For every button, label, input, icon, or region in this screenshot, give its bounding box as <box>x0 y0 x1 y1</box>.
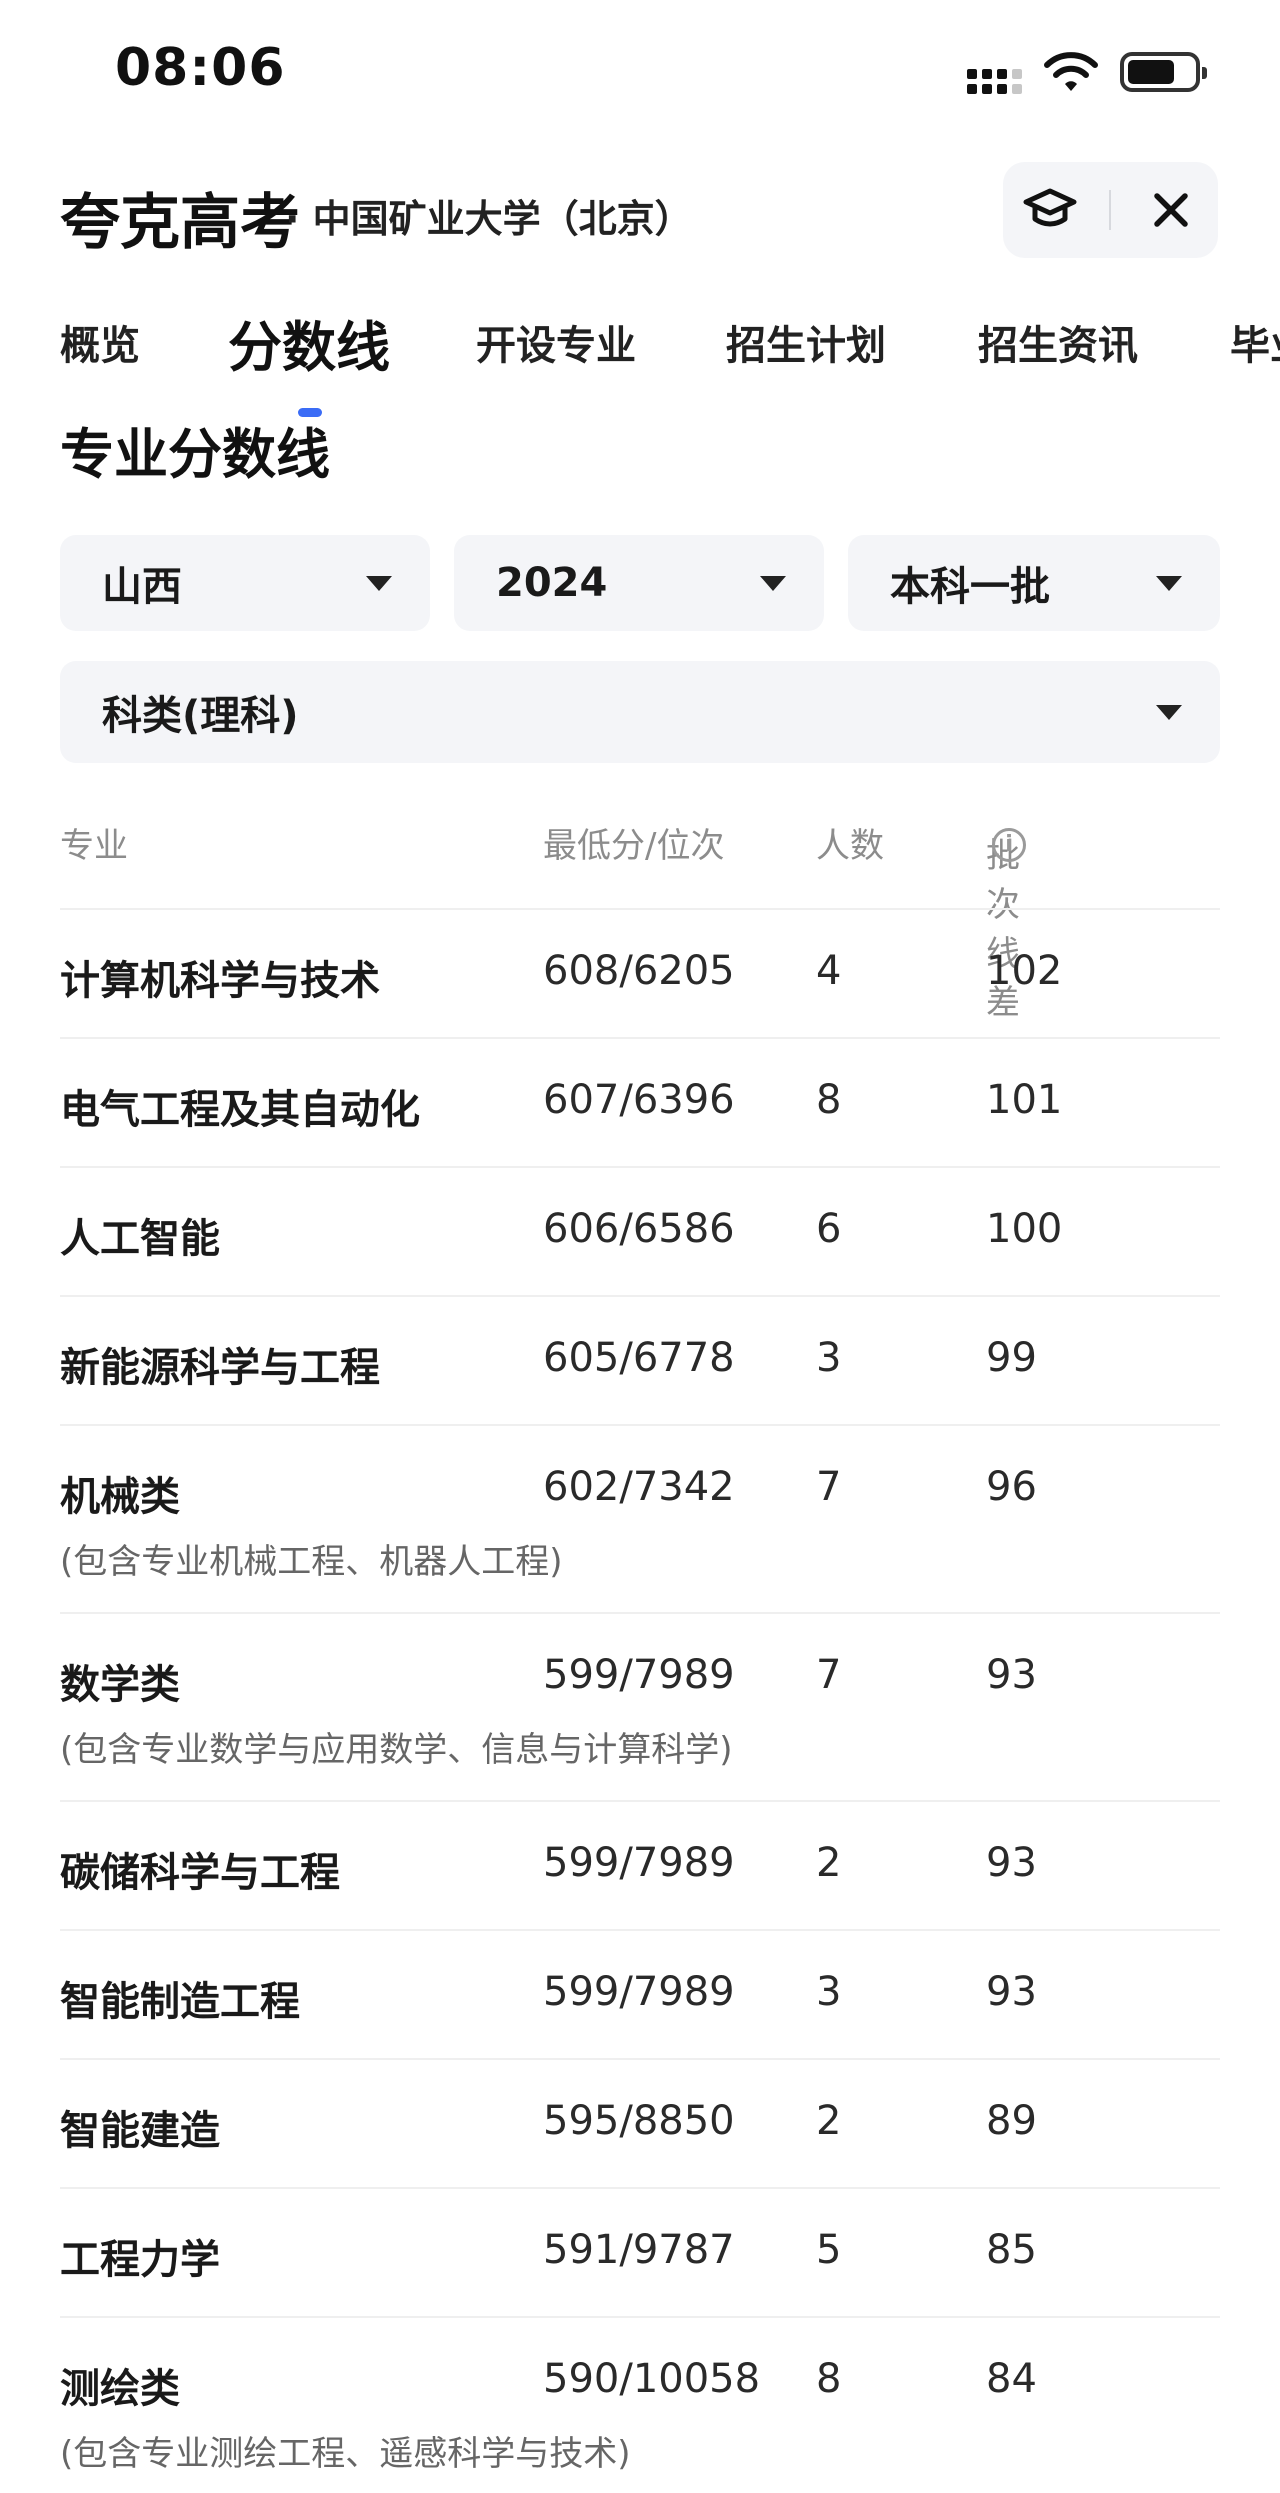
caret-down-icon <box>1156 576 1182 591</box>
enroll-count: 7 <box>816 1652 842 1698</box>
min-score-rank: 606/6586 <box>543 1206 735 1252</box>
batch-line-diff: 102 <box>986 948 1063 994</box>
tab-majors[interactable]: 开设专业 <box>476 313 636 371</box>
close-icon <box>1154 193 1188 227</box>
header-actions <box>1003 162 1218 258</box>
table-row[interactable]: 测绘类 590/10058 8 84 (包含专业测绘工程、遥感科学与技术) <box>60 2316 1220 2493</box>
batch-select[interactable]: 本科一批 <box>848 535 1220 631</box>
min-score-rank: 607/6396 <box>543 1077 735 1123</box>
enroll-count: 4 <box>816 948 842 994</box>
min-score-rank: 595/8850 <box>543 2098 735 2144</box>
major-name: 智能建造 <box>60 2108 220 2154</box>
graduation-cap-icon <box>1023 188 1077 227</box>
enroll-count: 5 <box>816 2227 842 2273</box>
batch-line-diff: 89 <box>986 2098 1037 2144</box>
header-major: 专业 <box>60 826 128 866</box>
batch-line-diff: 101 <box>986 1077 1063 1123</box>
province-select[interactable]: 山西 <box>60 535 430 631</box>
province-value: 山西 <box>102 564 182 610</box>
tab-graduation[interactable]: 毕业 <box>1230 313 1280 371</box>
actions-divider <box>1109 190 1112 230</box>
major-name: 测绘类 <box>60 2366 180 2412</box>
min-score-rank: 599/7989 <box>543 1652 735 1698</box>
major-note: (包含专业数学与应用数学、信息与计算科学) <box>60 1730 733 1770</box>
app-header: 夸克高考 · 中国矿业大学（北京） <box>0 150 1280 270</box>
batch-line-diff: 96 <box>986 1464 1037 1510</box>
min-score-rank: 591/9787 <box>543 2227 735 2273</box>
table-row[interactable]: 新能源科学与工程 605/6778 3 99 <box>60 1295 1220 1424</box>
min-score-rank: 602/7342 <box>543 1464 735 1510</box>
major-note: (包含专业测绘工程、遥感科学与技术) <box>60 2434 631 2474</box>
major-name: 机械类 <box>60 1474 180 1520</box>
enroll-count: 2 <box>816 2098 842 2144</box>
major-name: 数学类 <box>60 1662 180 1708</box>
header-count: 人数 <box>816 826 884 866</box>
wifi-icon <box>1044 52 1098 91</box>
table-row[interactable]: 智能建造 595/8850 2 89 <box>60 2058 1220 2187</box>
brand-title: 夸克高考 <box>60 188 300 258</box>
min-score-rank: 608/6205 <box>543 948 735 994</box>
table-row[interactable]: 机械类 602/7342 7 96 (包含专业机械工程、机器人工程) <box>60 1424 1220 1612</box>
table-row[interactable]: 智能制造工程 599/7989 3 93 <box>60 1929 1220 2058</box>
enroll-count: 6 <box>816 1206 842 1252</box>
score-table: 计算机科学与技术 608/6205 4 102 电气工程及其自动化 607/6396 8 10… <box>60 908 1220 2493</box>
info-icon[interactable]: i <box>992 828 1026 862</box>
batch-line-diff: 84 <box>986 2356 1037 2402</box>
status-bar: 08:06 <box>0 0 1280 150</box>
batch-value: 本科一批 <box>890 564 1050 610</box>
enroll-count: 3 <box>816 1969 842 2015</box>
min-score-rank: 605/6778 <box>543 1335 735 1381</box>
school-name: · 中国矿业大学（北京） <box>285 197 693 241</box>
tab-bar: 概览 分数线 开设专业 招生计划 招生资讯 毕业 <box>0 295 1280 385</box>
enroll-count: 8 <box>816 2356 842 2402</box>
major-name: 人工智能 <box>60 1216 220 1262</box>
min-score-rank: 599/7989 <box>543 1969 735 2015</box>
table-row[interactable]: 工程力学 591/9787 5 85 <box>60 2187 1220 2316</box>
battery-icon <box>1120 52 1207 92</box>
tab-score-lines[interactable]: 分数线 <box>228 303 390 382</box>
graduation-cap-button[interactable] <box>1015 175 1085 245</box>
batch-line-diff: 93 <box>986 1840 1037 1886</box>
min-score-rank: 590/10058 <box>543 2356 761 2402</box>
status-time: 08:06 <box>115 38 286 98</box>
table-row[interactable]: 计算机科学与技术 608/6205 4 102 <box>60 908 1220 1037</box>
table-row[interactable]: 碳储科学与工程 599/7989 2 93 <box>60 1800 1220 1929</box>
enroll-count: 2 <box>816 1840 842 1886</box>
major-name: 碳储科学与工程 <box>60 1850 340 1896</box>
subject-value: 科类(理科) <box>102 693 299 739</box>
major-name: 计算机科学与技术 <box>60 958 380 1004</box>
min-score-rank: 599/7989 <box>543 1840 735 1886</box>
major-name: 电气工程及其自动化 <box>60 1087 420 1133</box>
batch-line-diff: 99 <box>986 1335 1037 1381</box>
header-score-rank: 最低分/位次 <box>543 826 725 866</box>
status-icons <box>967 50 1207 94</box>
close-button[interactable] <box>1136 175 1206 245</box>
year-value: 2024 <box>496 560 608 606</box>
table-header: 专业 最低分/位次 人数 批次线差 i <box>60 808 1220 1023</box>
major-name: 新能源科学与工程 <box>60 1345 380 1391</box>
section-title: 专业分数线 <box>60 423 330 486</box>
table-row[interactable]: 数学类 599/7989 7 93 (包含专业数学与应用数学、信息与计算科学) <box>60 1612 1220 1800</box>
table-row[interactable]: 人工智能 606/6586 6 100 <box>60 1166 1220 1295</box>
batch-line-diff: 93 <box>986 1652 1037 1698</box>
tab-overview[interactable]: 概览 <box>60 313 140 371</box>
batch-line-diff: 100 <box>986 1206 1063 1252</box>
table-row[interactable]: 电气工程及其自动化 607/6396 8 101 <box>60 1037 1220 1166</box>
tab-enrollment-news[interactable]: 招生资讯 <box>978 313 1138 371</box>
caret-down-icon <box>1156 705 1182 720</box>
batch-line-diff: 93 <box>986 1969 1037 2015</box>
batch-line-diff: 85 <box>986 2227 1037 2273</box>
major-note: (包含专业机械工程、机器人工程) <box>60 1542 563 1582</box>
major-name: 智能制造工程 <box>60 1979 300 2025</box>
major-name: 工程力学 <box>60 2237 220 2283</box>
enroll-count: 7 <box>816 1464 842 1510</box>
enroll-count: 8 <box>816 1077 842 1123</box>
caret-down-icon <box>366 576 392 591</box>
subject-select[interactable]: 科类(理科) <box>60 661 1220 763</box>
caret-down-icon <box>760 576 786 591</box>
cellular-signal-icon <box>967 50 1022 94</box>
enroll-count: 3 <box>816 1335 842 1381</box>
year-select[interactable]: 2024 <box>454 535 824 631</box>
tab-enrollment-plan[interactable]: 招生计划 <box>726 313 886 371</box>
